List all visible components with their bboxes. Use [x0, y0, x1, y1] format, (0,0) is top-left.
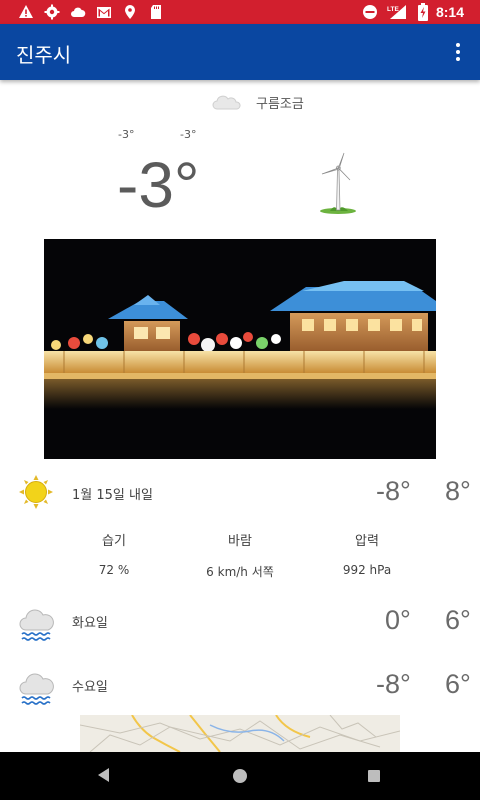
- back-icon[interactable]: [98, 768, 109, 782]
- forecast-row[interactable]: 수요일 -8° 6°: [0, 658, 480, 714]
- partly-cloudy-icon: [212, 95, 241, 109]
- forecast-high-temp: 6°: [445, 669, 471, 699]
- do-not-disturb-icon: [362, 5, 377, 19]
- lte-signal-icon: LTE: [387, 5, 406, 19]
- pressure-value: 992 hPa: [342, 563, 392, 577]
- sun-icon: [19, 475, 53, 509]
- forecast-row[interactable]: 화요일 0° 6°: [0, 594, 480, 650]
- gmail-icon: [97, 7, 111, 18]
- wind-detail: 바람 6 km/h 서쪽: [170, 530, 310, 580]
- network-type-label: LTE: [387, 6, 399, 13]
- city-title: 진주시: [16, 43, 72, 67]
- map-image: [80, 715, 400, 752]
- condition-text: 구름조금: [256, 97, 304, 112]
- overflow-menu-icon: [456, 43, 460, 47]
- pressure-label: 압력: [355, 534, 379, 549]
- current-min-temp: -3°: [118, 128, 135, 141]
- navigation-bar: [0, 752, 480, 800]
- forecast-low-temp: -8°: [376, 669, 411, 699]
- forecast-high-temp: 6°: [445, 605, 471, 635]
- current-temperature: -3°: [117, 149, 200, 221]
- forecast-low-temp: -8°: [376, 476, 411, 506]
- humidity-detail: 습기 72 %: [44, 530, 184, 577]
- recents-icon[interactable]: [368, 770, 380, 782]
- rain-cloud-icon: [19, 673, 54, 705]
- status-time: 8:14: [435, 4, 464, 20]
- location-icon: [125, 5, 135, 19]
- app-toolbar: 진주시: [0, 24, 480, 80]
- status-bar-notifications: [18, 4, 164, 20]
- wind-turbine-icon: [320, 152, 356, 214]
- sd-card-icon: [151, 5, 161, 19]
- current-max-temp: -3°: [180, 128, 197, 141]
- rain-cloud-icon: [19, 609, 54, 641]
- forecast-day-label: 수요일: [72, 680, 108, 695]
- city-photo: [44, 239, 436, 459]
- forecast-low-temp: 0°: [385, 605, 411, 635]
- warning-icon: [19, 5, 33, 18]
- wind-value: 6 km/h 서쪽: [206, 565, 274, 579]
- battery-charging-icon: [417, 3, 428, 21]
- weather-details: 습기 72 % 바람 6 km/h 서쪽 압력 992 hPa: [0, 530, 480, 580]
- cloud-icon: [71, 7, 86, 17]
- forecast-row-tomorrow[interactable]: 1월 15일 내일 -8° 8°: [0, 464, 480, 520]
- overflow-menu-button[interactable]: [446, 38, 470, 66]
- pressure-detail: 압력 992 hPa: [297, 530, 437, 577]
- status-bar-system: LTE 8:14: [362, 3, 464, 21]
- home-icon[interactable]: [233, 769, 247, 783]
- forecast-high-temp: 8°: [445, 476, 471, 506]
- lantern-festival-image: [44, 239, 436, 459]
- current-condition: 구름조금: [212, 93, 304, 112]
- weather-map[interactable]: [80, 715, 400, 752]
- forecast-day-label: 1월 15일 내일: [72, 488, 153, 503]
- humidity-label: 습기: [102, 534, 126, 549]
- status-bar: LTE 8:14: [0, 0, 480, 24]
- forecast-day-label: 화요일: [72, 616, 108, 631]
- wind-label: 바람: [228, 534, 252, 549]
- settings-icon: [44, 4, 60, 20]
- humidity-value: 72 %: [98, 563, 130, 577]
